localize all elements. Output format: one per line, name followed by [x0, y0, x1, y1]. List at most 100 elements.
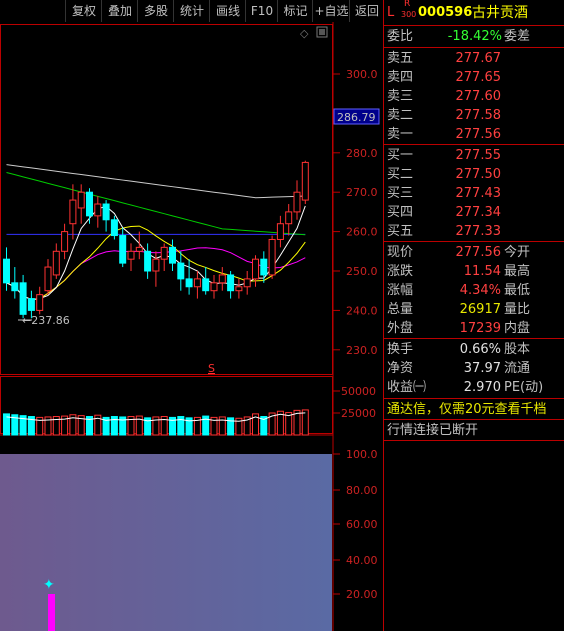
- stock-header: L R 300 000596 古井贡酒: [384, 0, 564, 23]
- candle-body: [276, 223, 284, 240]
- stat-row: 外盘 17239 内盘: [387, 321, 531, 336]
- candle-body: [177, 262, 185, 280]
- stat-row: 总量 26917 量比: [387, 302, 531, 317]
- candle-body: [193, 278, 201, 288]
- candle-body: [127, 250, 135, 260]
- ask-level-4-value: 277.65: [455, 70, 502, 85]
- candle-body: [61, 231, 69, 252]
- candle-body: [36, 294, 44, 311]
- candle-body: [260, 258, 268, 276]
- current-price-tag-text: 286.79: [337, 111, 376, 124]
- fundamental-row: 收益㈠ 2.970 PE(动): [387, 380, 544, 395]
- ask-level-3: 卖三 277.60: [387, 89, 502, 104]
- candle-body: [69, 199, 77, 225]
- volume-axis-tick: 50000: [341, 385, 376, 398]
- toolbar-fuquan-button[interactable]: 复权: [65, 0, 102, 22]
- stat-row-value: 17239: [459, 321, 501, 336]
- event-marker-s[interactable]: S: [208, 362, 215, 375]
- indicator-axis-tick: 40.00: [346, 554, 378, 567]
- connection-status: 行情连接已断开: [387, 423, 479, 438]
- candle-body: [77, 191, 85, 209]
- ask-level-1: 卖一 277.56: [387, 127, 501, 142]
- stat-row-value: 11.54: [463, 264, 501, 279]
- candle-body: [210, 282, 218, 292]
- ask-level-5: 卖五 277.67: [387, 51, 501, 66]
- bid-level-1: 买一 277.55: [387, 148, 502, 163]
- candle-body: [185, 278, 193, 288]
- diamond-icon[interactable]: ◇: [300, 27, 309, 40]
- fundamental-row-value: 37.97: [463, 361, 501, 376]
- volume-axis-tick: 25000: [341, 407, 376, 420]
- candle-body: [235, 286, 243, 292]
- toolbar-stats-button[interactable]: 统计: [173, 0, 210, 22]
- bid-level-2: 买二 277.50: [387, 167, 502, 182]
- indicator-axis-tick: 20.00: [346, 588, 378, 601]
- stat-row-value: 277.56: [455, 245, 502, 260]
- candle-body: [301, 161, 309, 201]
- candle-body: [44, 266, 52, 292]
- fundamental-row: 净资 37.97 流通: [387, 361, 531, 376]
- stat-row: 涨幅 4.34% 最低: [387, 283, 531, 298]
- volume-bar: [301, 409, 309, 436]
- candle-body: [202, 278, 210, 292]
- price-axis-tick: 280.0: [346, 147, 378, 160]
- bid-level-5-value: 277.33: [455, 224, 502, 239]
- kline-chart[interactable]: 300.0290.0280.0270.0260.0250.0240.0230.0…: [0, 22, 383, 631]
- price-axis-tick: 300.0: [346, 68, 378, 81]
- candle-body: [11, 282, 19, 292]
- ask-level-4: 卖四 277.65: [387, 70, 502, 85]
- candle-body: [19, 282, 27, 315]
- ask-level-2-value: 277.58: [455, 108, 502, 123]
- candle-body: [52, 250, 60, 276]
- toolbar-draw-button[interactable]: 画线: [209, 0, 246, 22]
- stat-row: 涨跌 11.54 最高: [387, 264, 531, 279]
- toolbar-back-button[interactable]: 返回: [349, 0, 384, 22]
- ask-level-2: 卖二 277.58: [387, 108, 502, 123]
- fundamental-row-value: 0.66%: [459, 342, 501, 357]
- stock-badge-r: R: [404, 0, 411, 9]
- stat-row-value: 4.34%: [459, 283, 501, 298]
- toolbar-overlay-button[interactable]: 叠加: [101, 0, 138, 22]
- price-axis-tick: 270.0: [346, 186, 378, 199]
- price-axis-tick: 240.0: [346, 304, 378, 317]
- weibi-row: 委比 -18.42% 委差: [387, 29, 531, 44]
- indicator-axis-tick: 60.00: [346, 518, 378, 531]
- price-axis-tick: 260.0: [346, 226, 378, 239]
- toolbar-f10-button[interactable]: F10: [245, 0, 278, 22]
- toolbar-multi-stock-button[interactable]: 多股: [137, 0, 174, 22]
- candle-body: [227, 274, 235, 292]
- ad-banner[interactable]: 通达信，仅需20元查看千档: [384, 400, 564, 419]
- candle-body: [243, 278, 251, 288]
- ask-level-3-value: 277.60: [455, 89, 502, 104]
- candle-body: [268, 238, 276, 276]
- candle-body: [218, 274, 226, 284]
- candle-body: [27, 298, 35, 311]
- indicator-axis-tick: 100.0: [346, 448, 378, 461]
- candle-body: [285, 211, 293, 225]
- bid-level-3-value: 277.43: [455, 186, 502, 201]
- candle-body: [152, 258, 160, 272]
- candle-body: [144, 250, 152, 272]
- bid-level-1-value: 277.55: [455, 148, 502, 163]
- stock-name: 古井贡酒: [472, 5, 528, 21]
- quote-panel: L R 300 000596 古井贡酒 委比 -18.42% 委差 卖五 277.…: [384, 0, 564, 631]
- candle-body: [102, 203, 110, 221]
- stock-badge-300: 300: [401, 10, 417, 19]
- toolbar-add-favorite-button[interactable]: +自选: [312, 0, 350, 22]
- candle-body: [160, 246, 168, 260]
- candle-body: [252, 258, 259, 280]
- candle-body: [110, 219, 118, 237]
- stat-row: 现价 277.56 今开: [387, 245, 531, 260]
- toolbar-mark-button[interactable]: 标记: [277, 0, 313, 22]
- low-price-label: ←237.86: [22, 314, 70, 327]
- price-axis-tick: 250.0: [346, 265, 378, 278]
- bid-level-2-value: 277.50: [455, 167, 502, 182]
- fundamental-row: 换手 0.66% 股本: [387, 342, 531, 357]
- price-axis-tick: 230.0: [346, 344, 378, 357]
- indicator-axis-tick: 80.00: [346, 484, 378, 497]
- fundamental-row-value: 2.970: [463, 380, 501, 395]
- stock-mark: L: [387, 5, 395, 20]
- bid-level-3: 买三 277.43: [387, 186, 502, 201]
- candle-body: [135, 246, 143, 252]
- candle-body: [293, 191, 301, 213]
